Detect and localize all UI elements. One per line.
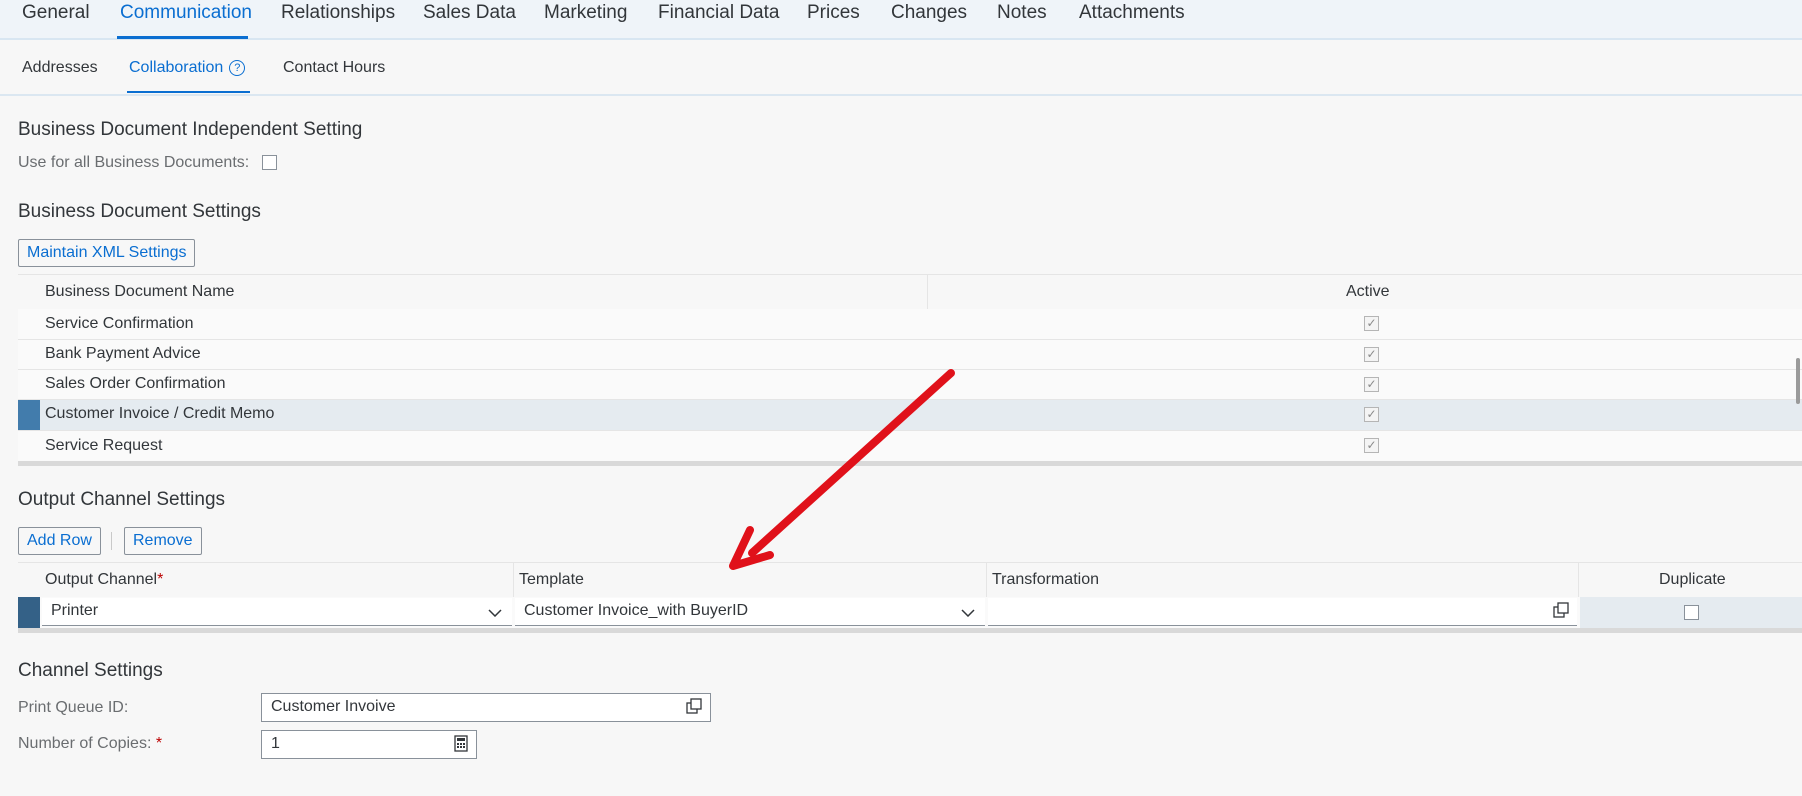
document-name: Service Request <box>45 437 163 454</box>
business-document-table: Business Document Name Active Service Co… <box>18 274 1802 466</box>
table-header: Output Channel* Template Transformation … <box>18 562 1802 598</box>
channel-settings-title: Channel Settings <box>18 660 163 681</box>
col-output-channel-label: Output Channel <box>45 571 158 588</box>
table-row[interactable]: Service Confirmation ✓ <box>18 309 1802 340</box>
copies-input[interactable]: 1 <box>261 730 477 759</box>
output-channel-value: Printer <box>51 602 99 619</box>
tab-marketing[interactable]: Marketing <box>544 2 627 24</box>
table-scrollbar[interactable] <box>1796 358 1800 404</box>
use-all-label: Use for all Business Documents: <box>18 154 250 171</box>
chevron-down-icon[interactable] <box>488 609 502 617</box>
tab-prices[interactable]: Prices <box>807 2 860 24</box>
active-checkbox: ✓ <box>1364 377 1379 392</box>
col-active: Active <box>1346 283 1390 300</box>
copies-value: 1 <box>271 735 280 752</box>
main-tab-bar: General Communication Relationships Sale… <box>0 0 1802 40</box>
output-channel-table: Output Channel* Template Transformation … <box>18 562 1802 634</box>
tab-communication[interactable]: Communication <box>120 2 252 24</box>
active-checkbox: ✓ <box>1364 347 1379 362</box>
duplicate-checkbox[interactable] <box>1684 605 1699 620</box>
active-tab-indicator <box>117 36 248 39</box>
sub-tab-bar: Addresses Collaboration? Contact Hours <box>0 40 1802 96</box>
template-value: Customer Invoice_with BuyerID <box>524 602 749 619</box>
tab-financial-data[interactable]: Financial Data <box>658 2 779 24</box>
copies-label-text: Number of Copies: <box>18 735 152 752</box>
required-marker: * <box>155 735 163 752</box>
col-business-document-name: Business Document Name <box>45 283 235 300</box>
print-queue-label: Print Queue ID: <box>18 699 129 716</box>
active-checkbox: ✓ <box>1364 407 1379 422</box>
col-template: Template <box>519 571 584 588</box>
help-icon[interactable]: ? <box>229 60 246 76</box>
print-queue-value: Customer Invoive <box>271 698 396 715</box>
use-all-checkbox[interactable] <box>262 155 277 170</box>
subtab-contact-hours[interactable]: Contact Hours <box>283 59 385 77</box>
tab-relationships[interactable]: Relationships <box>281 2 395 24</box>
add-row-button[interactable]: Add Row <box>18 527 101 555</box>
print-queue-input[interactable]: Customer Invoive <box>261 693 711 722</box>
tab-general[interactable]: General <box>22 2 90 24</box>
document-name: Customer Invoice / Credit Memo <box>45 405 275 422</box>
active-subtab-indicator <box>127 91 250 93</box>
maintain-xml-settings-button[interactable]: Maintain XML Settings <box>18 239 196 267</box>
doc-settings-title: Business Document Settings <box>18 201 261 222</box>
document-name: Sales Order Confirmation <box>45 375 226 392</box>
tab-sales-data[interactable]: Sales Data <box>423 2 516 24</box>
table-row[interactable]: Bank Payment Advice ✓ <box>18 340 1802 370</box>
copies-label: Number of Copies: * <box>18 735 162 753</box>
transformation-input[interactable] <box>988 598 1577 626</box>
active-checkbox: ✓ <box>1364 438 1379 453</box>
table-bottom-border <box>18 461 1802 466</box>
table-header: Business Document Name Active <box>18 274 1802 310</box>
col-output-channel: Output Channel* <box>45 571 163 589</box>
independent-setting-title: Business Document Independent Setting <box>18 119 363 140</box>
col-transformation: Transformation <box>992 571 1099 588</box>
subtab-collaboration-label: Collaboration <box>129 59 224 76</box>
required-marker: * <box>157 571 164 588</box>
chevron-down-icon[interactable] <box>961 609 975 617</box>
table-bottom-border <box>18 628 1802 633</box>
template-select[interactable]: Customer Invoice_with BuyerID <box>515 598 985 626</box>
tab-notes[interactable]: Notes <box>997 2 1047 24</box>
value-help-icon[interactable] <box>1553 602 1569 618</box>
table-row-selected[interactable]: Customer Invoice / Credit Memo ✓ <box>18 400 1802 431</box>
col-duplicate: Duplicate <box>1659 571 1726 588</box>
document-name: Service Confirmation <box>45 315 194 332</box>
toolbar-separator <box>111 532 112 550</box>
document-name: Bank Payment Advice <box>45 345 201 362</box>
row-selector[interactable] <box>18 597 40 628</box>
tab-attachments[interactable]: Attachments <box>1079 2 1185 24</box>
active-checkbox: ✓ <box>1364 316 1379 331</box>
value-help-icon[interactable] <box>686 698 702 714</box>
row-selector[interactable] <box>18 400 40 430</box>
table-row[interactable]: Printer Customer Invoice_with BuyerID <box>18 597 1802 629</box>
calculator-icon[interactable] <box>454 735 468 752</box>
tab-changes[interactable]: Changes <box>891 2 967 24</box>
subtab-addresses[interactable]: Addresses <box>22 59 98 77</box>
table-row[interactable]: Service Request ✓ <box>18 431 1802 462</box>
table-row[interactable]: Sales Order Confirmation ✓ <box>18 370 1802 400</box>
output-channel-select[interactable]: Printer <box>42 598 512 626</box>
subtab-collaboration[interactable]: Collaboration? <box>129 59 246 77</box>
output-channel-settings-title: Output Channel Settings <box>18 489 226 510</box>
remove-button[interactable]: Remove <box>124 527 202 555</box>
